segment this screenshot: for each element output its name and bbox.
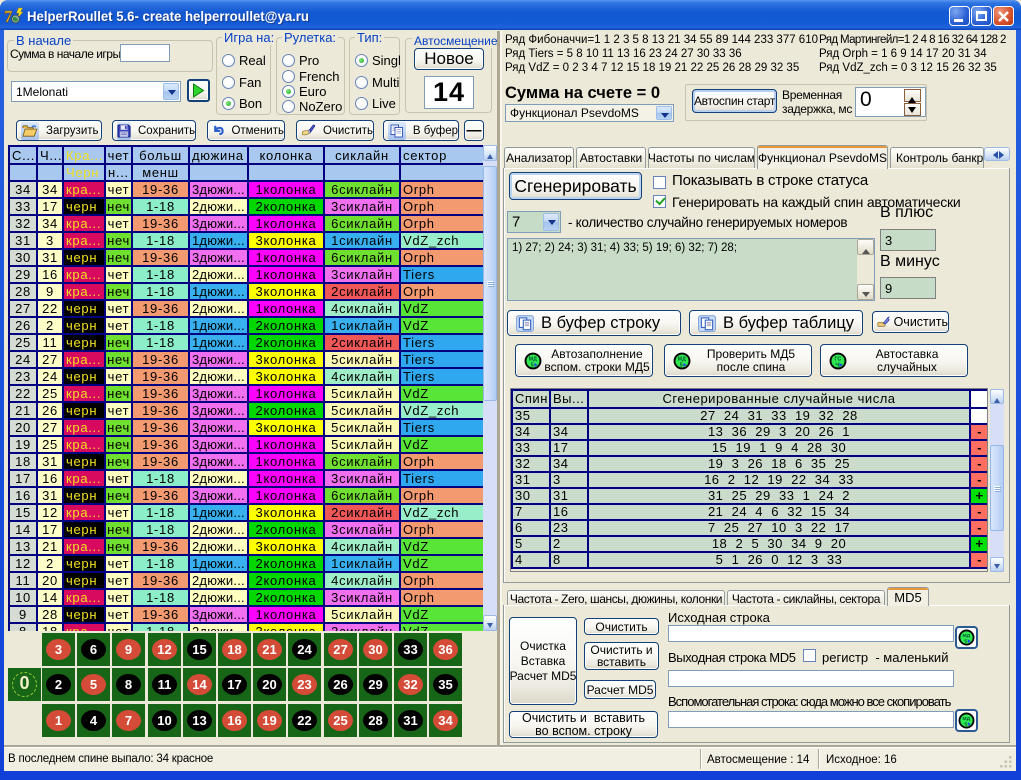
svg-text:5: 5: [531, 362, 534, 368]
svg-text:МД: МД: [963, 633, 971, 639]
svg-text:Ч: Ч: [835, 362, 839, 368]
svg-text:5: 5: [964, 639, 967, 645]
svg-text:5: 5: [680, 362, 683, 368]
svg-text:5: 5: [964, 722, 967, 728]
svg-text:7: 7: [4, 7, 13, 26]
svg-text:МД: МД: [963, 716, 971, 722]
